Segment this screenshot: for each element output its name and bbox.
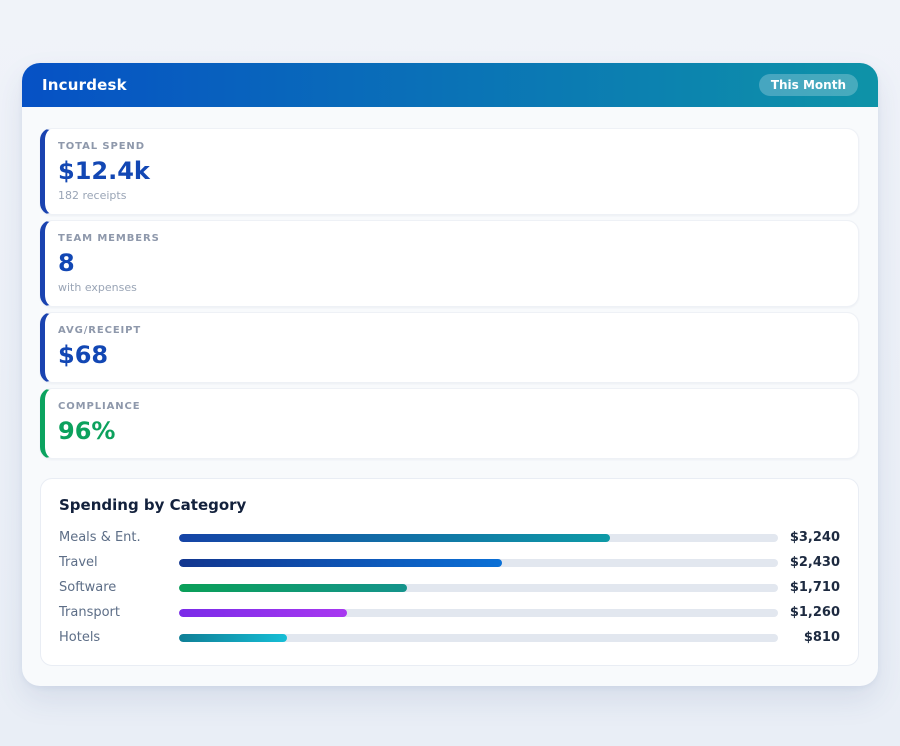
chart-row: Meals & Ent. $3,240 <box>59 530 840 544</box>
chart-row: Hotels $810 <box>59 630 840 644</box>
bar-track <box>179 584 778 592</box>
value-label: $810 <box>778 630 840 645</box>
bar-fill <box>179 584 407 592</box>
stat-value: $12.4k <box>58 156 842 186</box>
app-title: Incurdesk <box>42 76 127 94</box>
period-badge[interactable]: This Month <box>759 74 858 96</box>
value-label: $1,260 <box>778 605 840 620</box>
category-label: Software <box>59 580 179 595</box>
stat-value: 96% <box>58 416 842 446</box>
app-container: Incurdesk This Month TOTAL SPEND $12.4k … <box>22 63 878 686</box>
bar-track <box>179 634 778 642</box>
bar-track <box>179 609 778 617</box>
stat-value: 8 <box>58 248 842 278</box>
stat-sub: 182 receipts <box>58 189 842 202</box>
bar-track <box>179 534 778 542</box>
spending-chart-card: Spending by Category Meals & Ent. $3,240 T… <box>40 478 859 666</box>
chart-row: Transport $1,260 <box>59 605 840 619</box>
category-label: Travel <box>59 555 179 570</box>
stat-label: TEAM MEMBERS <box>58 233 842 244</box>
stat-label: TOTAL SPEND <box>58 141 842 152</box>
stat-card: TOTAL SPEND $12.4k 182 receipts <box>40 128 859 215</box>
chart-title: Spending by Category <box>59 496 840 514</box>
app-body: TOTAL SPEND $12.4k 182 receipts TEAM MEM… <box>22 107 878 686</box>
stat-sub: with expenses <box>58 281 842 294</box>
stats-section: TOTAL SPEND $12.4k 182 receipts TEAM MEM… <box>40 128 859 459</box>
category-label: Meals & Ent. <box>59 530 179 545</box>
category-label: Hotels <box>59 630 179 645</box>
value-label: $1,710 <box>778 580 840 595</box>
bar-fill <box>179 534 610 542</box>
bar-fill <box>179 609 347 617</box>
chart-row: Travel $2,430 <box>59 555 840 569</box>
value-label: $2,430 <box>778 555 840 570</box>
stat-card: AVG/RECEIPT $68 <box>40 312 859 383</box>
page-background: Incurdesk This Month TOTAL SPEND $12.4k … <box>0 0 900 686</box>
stat-value: $68 <box>58 340 842 370</box>
stat-label: AVG/RECEIPT <box>58 325 842 336</box>
bar-track <box>179 559 778 567</box>
bar-fill <box>179 634 287 642</box>
category-label: Transport <box>59 605 179 620</box>
stat-label: COMPLIANCE <box>58 401 842 412</box>
stat-card: COMPLIANCE 96% <box>40 388 859 459</box>
value-label: $3,240 <box>778 530 840 545</box>
chart-rows: Meals & Ent. $3,240 Travel $2,430 Software $1… <box>59 530 840 644</box>
stat-card: TEAM MEMBERS 8 with expenses <box>40 220 859 307</box>
app-header: Incurdesk This Month <box>22 63 878 107</box>
chart-row: Software $1,710 <box>59 580 840 594</box>
bar-fill <box>179 559 502 567</box>
